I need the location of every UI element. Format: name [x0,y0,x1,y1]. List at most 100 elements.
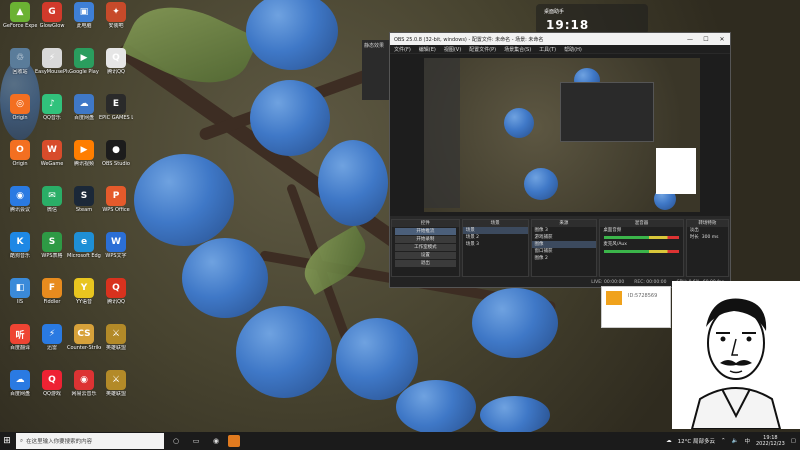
desktop-icon[interactable]: O Origin [4,140,36,176]
obs-preview-canvas[interactable] [390,54,730,216]
desktop-icon[interactable]: Q 腾讯QQ [100,278,132,314]
background-app-window[interactable]: 静态效果 [362,40,392,100]
card-text: ID:5728569 [628,293,658,299]
studio-mode-button[interactable]: 工作室模式 [395,244,456,251]
desktop-icon[interactable]: Y YY语音 [68,278,100,314]
desktop-icon[interactable]: ♲ 回收站 [4,48,36,84]
taskbar-search-box[interactable]: ⌕ 在这里输入你要搜索的内容 [16,433,164,449]
app-icon: ▶ [74,140,94,160]
scene-item[interactable]: 场景 3 [463,241,528,248]
cortana-icon[interactable]: ○ [168,433,184,449]
source-item[interactable]: 图像 [531,241,597,248]
app-icon: F [42,278,62,298]
desktop-icon[interactable]: CSCounter-Strike: Global Offensive [67,324,101,360]
desktop-icon[interactable]: W WPS文字 [100,232,132,268]
desktop-icon[interactable]: S Steam [68,186,100,222]
weather-text[interactable]: 12°C 局部多云 [678,437,715,445]
source-item[interactable]: 窗口捕获 [532,248,597,255]
desktop-audio-meter[interactable] [604,236,679,239]
app-icon: ◉ [74,370,94,390]
scene-item[interactable]: 场景 [462,227,528,234]
desktop-icon[interactable]: ◉ 网易云音乐 [68,370,100,406]
desktop-icon[interactable]: ⚡EasyMousePlus [35,48,69,84]
desktop-icon[interactable]: ☁ 百度网盘 [68,94,100,130]
maximize-icon[interactable]: ☐ [698,36,714,43]
menu-help[interactable]: 帮助(H) [564,46,582,53]
desktop-clock-widget[interactable]: 桌面助手 19:18 [536,4,648,34]
ime-indicator[interactable]: 中 [744,437,750,445]
scene-item[interactable]: 场景 2 [463,234,528,241]
desktop-icon[interactable]: ▶ Google Play [68,48,100,84]
desktop-icon[interactable]: ⚔ 英雄联盟 [100,324,132,360]
desktop-icon[interactable]: Q QQ游戏 [36,370,68,406]
desktop-icon[interactable]: ✦ 安装吧 [100,2,132,38]
desktop-icon[interactable]: ◎ Origin [4,94,36,130]
task-view-icon[interactable]: ▭ [188,433,204,449]
desktop-icon[interactable]: ▲GeForce Experience [3,2,37,38]
close-icon[interactable]: ✕ [714,36,730,43]
source-item[interactable]: 图像 3 [532,227,597,234]
desktop-icon[interactable]: ◉ 腾讯会议 [4,186,36,222]
desktop-icon[interactable]: W WeGame [36,140,68,176]
start-streaming-button[interactable]: 开始推流 [395,228,456,235]
menu-tools[interactable]: 工具(T) [539,46,556,53]
menu-edit[interactable]: 编辑(E) [419,46,436,53]
widget-time: 19:18 [546,18,590,32]
mic-audio-meter[interactable] [604,250,679,253]
desktop-icon[interactable]: ● OBS Studio [100,140,132,176]
desktop-icon[interactable]: Q 腾讯QQ [100,48,132,84]
desktop-icon[interactable]: S WPS表格 [36,232,68,268]
menu-profile[interactable]: 配置文件(P) [469,46,496,53]
desktop-icon[interactable]: ▣ 此电脑 [68,2,100,38]
exit-button[interactable]: 退出 [395,260,456,267]
obs-window[interactable]: OBS 25.0.8 (32-bit, windows) - 配置文件: 未命名… [389,32,731,288]
menu-file[interactable]: 文件(F) [394,46,411,53]
obs-taskbar-icon[interactable]: ◉ [208,433,224,449]
minimize-icon[interactable]: — [682,36,698,43]
windows-start-icon[interactable]: ⊞ [0,432,14,450]
start-recording-button[interactable]: 开始录制 [395,236,456,243]
app-icon: e [74,232,94,252]
duration-input[interactable]: 300 ms [702,235,719,240]
speaker-icon[interactable]: 🔈 [732,438,739,444]
desktop-icon[interactable]: ⚡ 迅雷 [36,324,68,360]
desktop-icon-label: Origin [12,161,28,167]
desktop-icon[interactable]: G GlowGlow [36,2,68,38]
desktop-icon[interactable]: ✉ 微信 [36,186,68,222]
notification-icon[interactable]: ▢ [791,438,796,444]
obs-titlebar[interactable]: OBS 25.0.8 (32-bit, windows) - 配置文件: 未命名… [390,33,730,45]
app-icon: ⚔ [106,324,126,344]
desktop-icon[interactable]: e Microsoft Edge [67,232,101,268]
menu-view[interactable]: 视图(V) [444,46,461,53]
app-icon: ▲ [10,2,30,22]
desktop-icon[interactable]: EEPIC GAMES Launcher [99,94,133,130]
chevron-up-icon[interactable]: ⌃ [721,438,726,444]
app-icon: E [106,94,126,114]
system-tray: ☁ 12°C 局部多云 ⌃ 🔈 中 19:18 2022/12/23 ▢ [666,432,796,450]
app-icon: Y [74,278,94,298]
desktop-icon[interactable]: ♪ QQ音乐 [36,94,68,130]
desktop-icon[interactable]: 听百度翻译 [4,324,36,360]
desktop-icon[interactable]: F Fiddler [36,278,68,314]
source-item[interactable]: 图像 2 [532,255,597,262]
source-item[interactable]: 游戏捕获 [532,234,597,241]
obs-menubar: 文件(F) 编辑(E) 视图(V) 配置文件(P) 场景集合(S) 工具(T) … [390,45,730,53]
transitions-dock-title: 转场特效 [686,220,728,227]
desktop-icon[interactable]: ☁ 百度网盘 [4,370,36,406]
desktop-icon[interactable]: P WPS Office [100,186,132,222]
transition-select[interactable]: 淡出 [687,227,728,234]
desktop-icon-label: 迅雷 [46,345,57,351]
clock-date: 2022/12/23 [755,441,785,447]
desktop-icon[interactable]: K 酷狗音乐 [4,232,36,268]
app-icon: S [74,186,94,206]
settings-button[interactable]: 设置 [395,252,456,259]
desktop-icon[interactable]: ▶ 腾讯视频 [68,140,100,176]
desktop-icon[interactable]: ⚔ 英雄联盟 [100,370,132,406]
desktop-icon[interactable]: ◧ IIS [4,278,36,314]
taskbar-clock[interactable]: 19:18 2022/12/23 [756,435,785,447]
notification-card[interactable]: ID:5728569 [601,286,671,328]
menu-scene-collection[interactable]: 场景集合(S) [504,46,531,53]
app-icon: ✦ [106,2,126,22]
app-taskbar-icon[interactable] [228,435,240,447]
weather-icon[interactable]: ☁ [666,438,672,444]
